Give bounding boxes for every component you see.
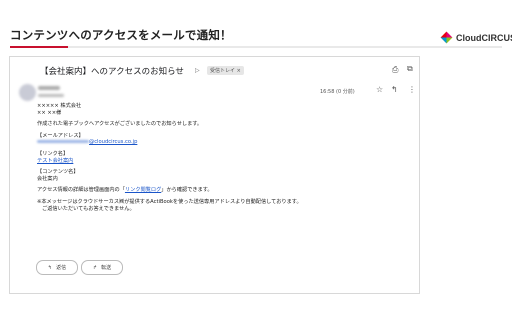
recipient-redacted (38, 94, 64, 97)
title-accent-bar (10, 46, 68, 48)
more-options-icon[interactable]: ⋮ (408, 85, 416, 94)
salutation: ×× ××様 (37, 109, 62, 116)
email-view: 【会社案内】へのアクセスのお知らせ ▷ 受信トレイ × ⎙ ⧉ 16:58 (0… (9, 56, 420, 294)
email-subject: 【会社案内】へのアクセスのお知らせ (40, 67, 184, 77)
sender-name-redacted (38, 86, 60, 90)
cloudcircus-logo: CloudCIRCUS (440, 31, 512, 44)
email-domain[interactable]: @cloudcircus.co.jp (89, 139, 137, 145)
print-icon[interactable]: ⎙ (392, 65, 398, 75)
star-icon[interactable]: ☆ (376, 85, 383, 94)
email-address-heading: 【メールアドレス】 (37, 132, 84, 139)
label-important-icon[interactable]: ▷ (195, 67, 200, 74)
detail-prefix: アクセス情報の詳細は管理画面内の「 (37, 187, 125, 194)
forward-button[interactable]: ↱ 転送 (81, 260, 123, 275)
sender-avatar (19, 84, 36, 101)
link-name-value[interactable]: テスト会社案内 (37, 158, 73, 164)
detail-suffix: 」から確認できます。 (161, 187, 213, 194)
content-name-value: 会社案内 (37, 175, 58, 182)
title-underline (10, 46, 502, 48)
reply-button[interactable]: ↰ 返信 (36, 260, 78, 275)
forward-arrow-icon: ↱ (92, 264, 98, 271)
page-title: コンテンツへのアクセスをメールで通知！ (10, 28, 232, 42)
email-timestamp: 16:58 (0 分前) (320, 89, 355, 95)
detail-text: アクセス情報の詳細は管理画面内の「リンク閲覧ログ」から確認できます。 (37, 187, 302, 194)
reply-arrow-icon: ↰ (47, 264, 53, 271)
forward-button-label: 転送 (101, 265, 112, 271)
auto-send-note: ※本メッセージはクラウドサーカス㈱が提供するActiBookを使った送信専用アド… (37, 198, 302, 205)
cloudcircus-logo-icon (440, 31, 453, 44)
email-body: ××××× 株式会社 ×× ××様 作成された電子ブックへアクセスがございました… (37, 103, 302, 212)
open-in-new-window-icon[interactable]: ⧉ (407, 64, 413, 74)
link-name-heading: 【リンク名】 (37, 150, 69, 157)
logo-text: CloudCIRCUS (456, 32, 512, 43)
access-log-link[interactable]: リンク閲覧ログ (125, 187, 161, 193)
email-address-value[interactable]: @cloudcircus.co.jp (37, 139, 302, 146)
inbox-label-badge[interactable]: 受信トレイ × (207, 66, 244, 75)
reply-icon[interactable]: ↰ (391, 85, 398, 94)
reply-button-label: 返信 (56, 265, 67, 271)
company-name: ××××× 株式会社 (37, 103, 82, 109)
email-local-part-redacted (37, 140, 89, 144)
intro-text: 作成された電子ブックへアクセスがございましたのでお知らせします。 (37, 121, 203, 128)
no-reply-note: ご返信いただいてもお答えできません。 (42, 205, 135, 212)
content-name-heading: 【コンテンツ名】 (37, 169, 79, 176)
